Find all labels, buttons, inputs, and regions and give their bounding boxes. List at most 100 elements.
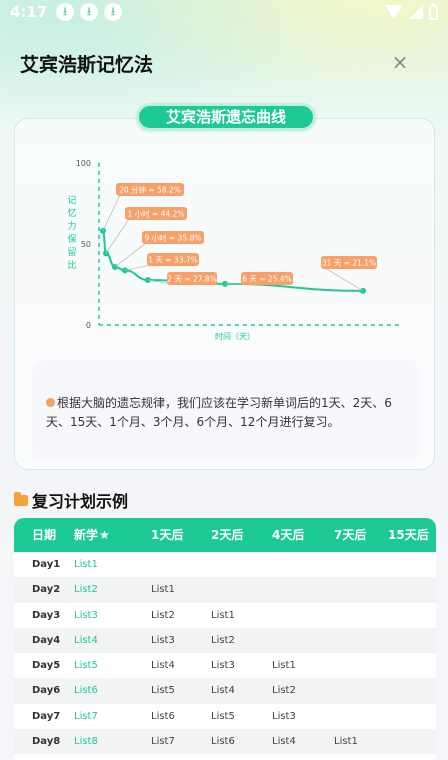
chart-title-pill: 艾宾浩斯遗忘曲线 bbox=[136, 103, 316, 131]
plan-heading: 复习计划示例 bbox=[14, 488, 128, 512]
list-cell: List2 bbox=[74, 584, 98, 596]
list-cell: List1 bbox=[151, 584, 175, 596]
day-cell: Day5 bbox=[32, 660, 61, 672]
callout-label: 9 小时 = 35.8% bbox=[144, 233, 201, 243]
plan-title: 复习计划示例 bbox=[32, 492, 129, 511]
folder-icon bbox=[14, 491, 28, 506]
table-row: Day2 List2 List1 bbox=[14, 577, 436, 603]
chart-card: 100 50 0 记忆力保留比时间（天） 20 分钟 = 58.2% 1 小时 = 44.… bbox=[14, 118, 435, 470]
table-row: Day8 List8 List7 List6 List4 List1 bbox=[14, 729, 436, 755]
callout-label: 31 天 = 21.1% bbox=[322, 259, 376, 268]
list-cell: List7 bbox=[151, 736, 175, 748]
list-cell: List2 bbox=[211, 634, 235, 646]
list-cell: List2 bbox=[272, 685, 296, 697]
day-cell: Day4 bbox=[32, 634, 61, 646]
y-axis-label-char: 忆 bbox=[67, 207, 76, 219]
table-body: Day1 List1 Day2 List2 List1 Day3 List3 List2 Lis… bbox=[14, 552, 436, 760]
close-button[interactable]: × bbox=[388, 51, 412, 75]
list-cell: List4 bbox=[211, 685, 235, 697]
list-cell: List4 bbox=[74, 634, 98, 646]
day-cell: Day7 bbox=[32, 710, 61, 722]
y-axis-label-char: 比 bbox=[67, 259, 76, 271]
list-cell: List1 bbox=[74, 559, 98, 570]
review-plan-table: 日期 新学 ★ 1天后 2天后 4天后 7天后 15天后 Day1 List1 Day2 List2… bbox=[14, 518, 436, 760]
column-header: 7天后 bbox=[334, 528, 367, 542]
battery-icon bbox=[429, 2, 438, 20]
list-cell: List3 bbox=[211, 660, 235, 672]
list-cell: List3 bbox=[272, 710, 296, 722]
day-cell: Day3 bbox=[32, 609, 61, 621]
y-tick-label: 50 bbox=[81, 240, 91, 249]
table-row: Day6 List6 List5 List4 List2 bbox=[14, 678, 436, 704]
y-axis-label-char: 留 bbox=[67, 246, 76, 258]
list-cell: List1 bbox=[272, 660, 296, 672]
list-cell: List9 bbox=[74, 754, 98, 760]
column-header: 2天后 bbox=[211, 528, 244, 542]
download-icon: ⭳ bbox=[104, 3, 122, 21]
callout-label: 2 天 = 27.8% bbox=[167, 275, 217, 284]
callout-label: 1 天 = 33.7% bbox=[148, 256, 198, 265]
list-cell: List5 bbox=[151, 685, 175, 697]
day-cell: Day1 bbox=[32, 559, 61, 570]
list-cell: List5 bbox=[211, 710, 235, 722]
signal-icon bbox=[409, 5, 423, 19]
column-header: 15天后 bbox=[388, 528, 429, 542]
table-row: Day4 List4 List3 List2 bbox=[14, 627, 436, 654]
callout-label: 1 小时 = 44.2% bbox=[127, 209, 184, 219]
list-cell: List8 bbox=[151, 754, 175, 760]
list-cell: List1 bbox=[211, 609, 235, 621]
tip-bullet-icon bbox=[46, 398, 55, 407]
list-cell: List8 bbox=[74, 736, 98, 748]
table-row: Day9 List9 List8 List7 List5 List2 bbox=[14, 754, 436, 760]
table-row: Day3 List3 List2 List1 bbox=[14, 602, 436, 628]
table-row: Day1 List1 bbox=[14, 552, 436, 578]
star-icon: ★ bbox=[99, 528, 110, 542]
table-row: Day7 List7 List6 List5 List3 bbox=[14, 703, 436, 730]
list-cell: List3 bbox=[151, 634, 175, 646]
day-cell: Day8 bbox=[32, 736, 61, 748]
column-header: 新学 bbox=[74, 528, 99, 542]
callout-leader bbox=[114, 242, 147, 268]
y-axis-label-char: 记 bbox=[67, 195, 76, 206]
download-icon: ⭳ bbox=[80, 3, 98, 21]
column-header: 日期 bbox=[32, 528, 57, 542]
callout-leader bbox=[324, 267, 364, 292]
day-cell: Day2 bbox=[32, 584, 61, 596]
list-cell: List5 bbox=[74, 660, 98, 672]
list-cell: List2 bbox=[334, 754, 358, 760]
status-bar: 4:17 ⭳ ⭳ ⭳ bbox=[0, 0, 448, 24]
list-cell: List1 bbox=[334, 736, 358, 748]
list-cell: List6 bbox=[211, 736, 235, 748]
status-time: 4:17 bbox=[10, 3, 48, 21]
page-title: 艾宾浩斯记忆法 bbox=[20, 54, 154, 76]
list-cell: List7 bbox=[211, 754, 235, 760]
callout-label: 20 分钟 = 58.2% bbox=[119, 185, 181, 195]
y-tick-label: 100 bbox=[76, 159, 91, 168]
list-cell: List5 bbox=[272, 754, 296, 760]
list-cell: List7 bbox=[74, 710, 98, 722]
day-cell: Day6 bbox=[32, 685, 61, 697]
table-header-row: 日期 新学 ★ 1天后 2天后 4天后 7天后 15天后 bbox=[14, 518, 436, 552]
wifi-icon bbox=[385, 5, 403, 19]
list-cell: List4 bbox=[151, 660, 175, 672]
y-tick-label: 0 bbox=[86, 321, 91, 330]
download-icon: ⭳ bbox=[56, 3, 74, 21]
callout-leader bbox=[105, 218, 130, 254]
list-cell: List6 bbox=[151, 710, 175, 722]
column-header: 1天后 bbox=[151, 528, 184, 542]
list-cell: List2 bbox=[151, 609, 175, 621]
tip-box: 根据大脑的遗忘规律，我们应该在学习新单词后的1天、2天、6天、15天、1个月、3… bbox=[32, 360, 419, 462]
y-axis-label-char: 保 bbox=[67, 233, 76, 245]
list-cell: List6 bbox=[74, 685, 98, 697]
list-cell: List3 bbox=[74, 609, 98, 621]
callout-leader bbox=[124, 264, 152, 271]
column-header: 4天后 bbox=[272, 528, 305, 542]
list-cell: List4 bbox=[272, 736, 296, 748]
tip-text: 根据大脑的遗忘规律，我们应该在学习新单词后的1天、2天、6天、15天、1个月、3… bbox=[46, 396, 392, 429]
callout-leader bbox=[102, 194, 121, 231]
callout-label: 6 天 = 25.4% bbox=[242, 275, 292, 284]
x-axis-label: 时间（天） bbox=[215, 331, 255, 341]
day-cell: Day9 bbox=[32, 754, 60, 760]
y-axis-label-char: 力 bbox=[67, 220, 76, 232]
table-row: Day5 List5 List4 List3 List1 bbox=[14, 653, 436, 679]
